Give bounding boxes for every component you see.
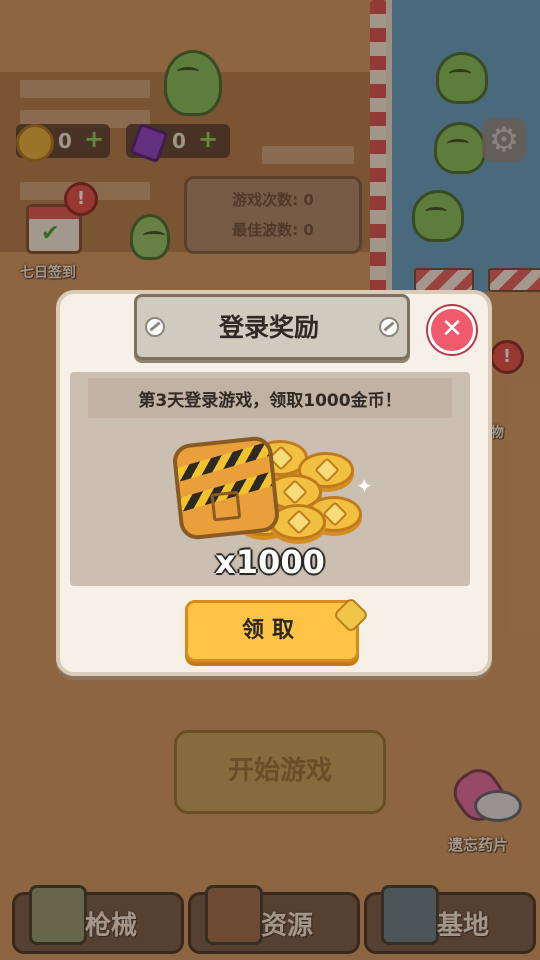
close-button[interactable]: ✕ <box>428 306 476 354</box>
sparkle-icon: ✦ <box>356 474 373 498</box>
reward-description: 第3天登录游戏，领取1000金币！ <box>138 391 402 411</box>
reward-amount: x1000 <box>215 543 325 581</box>
supply-crate-icon <box>171 435 281 541</box>
claim-button[interactable]: 领取 <box>185 600 359 662</box>
dialog-title: 登录奖励 <box>218 313 319 342</box>
